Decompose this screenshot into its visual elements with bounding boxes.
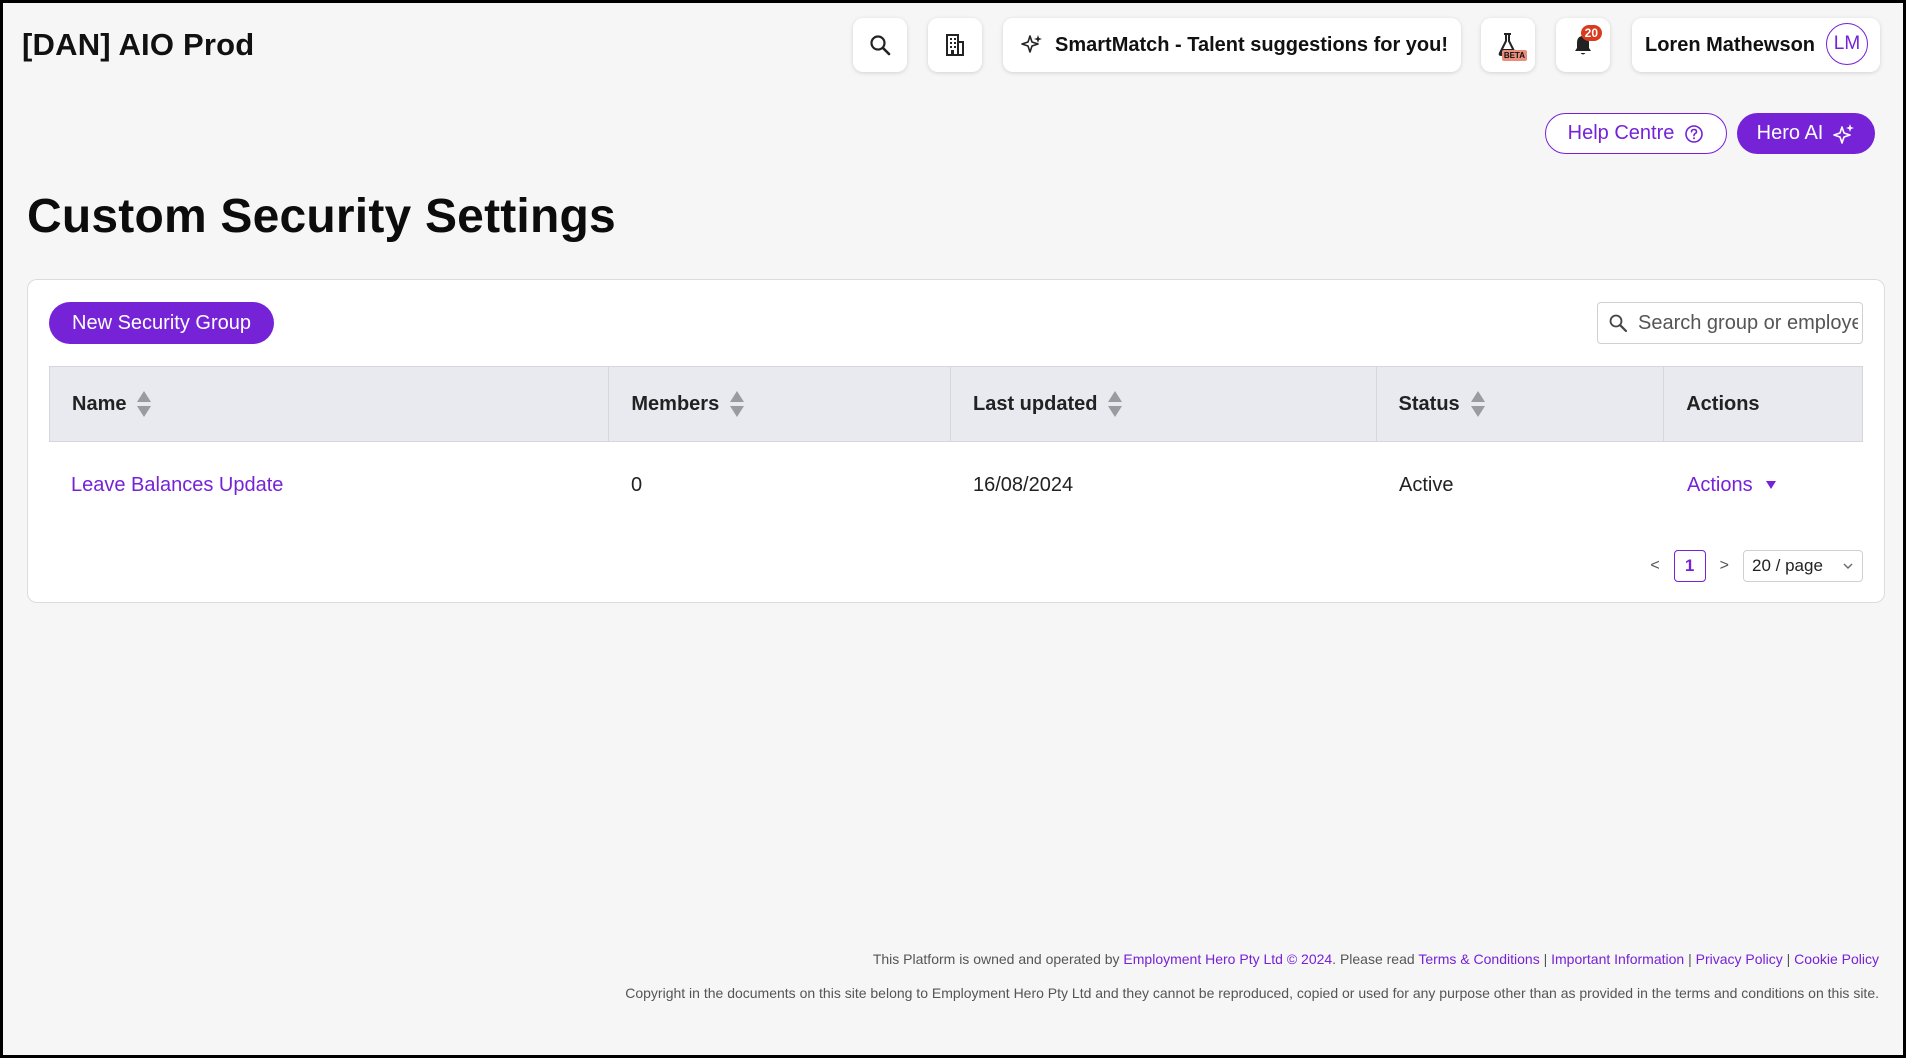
help-centre-button[interactable]: Help Centre: [1545, 113, 1727, 154]
column-header-actions: Actions: [1686, 392, 1760, 415]
column-header-members[interactable]: Members: [609, 367, 951, 441]
question-circle-icon: [1685, 124, 1704, 143]
important-information-link[interactable]: Important Information: [1551, 951, 1684, 967]
owner-link[interactable]: Employment Hero Pty Ltd © 2024: [1123, 951, 1332, 967]
sparkle-icon: [1833, 123, 1855, 144]
search-icon: [870, 35, 891, 56]
top-bar: [DAN] AIO Prod SmartMatch - Talent sugge…: [3, 3, 1903, 89]
actions-dropdown[interactable]: Actions: [1687, 474, 1777, 497]
cell-status: Active: [1399, 473, 1454, 496]
actions-label: Actions: [1687, 473, 1753, 496]
new-security-group-button[interactable]: New Security Group: [49, 302, 274, 344]
column-header-name[interactable]: Name: [50, 367, 610, 441]
building-icon: [946, 34, 964, 56]
privacy-policy-link[interactable]: Privacy Policy: [1696, 951, 1783, 967]
group-name-link[interactable]: Leave Balances Update: [71, 474, 283, 496]
sort-icon[interactable]: [136, 390, 152, 418]
labs-button[interactable]: BETA: [1481, 18, 1535, 72]
beta-badge: BETA: [1501, 50, 1527, 61]
cell-last-updated: 16/08/2024: [973, 473, 1074, 496]
page-size-select[interactable]: 20 / page: [1743, 550, 1863, 582]
sort-icon[interactable]: [1470, 390, 1486, 418]
notification-count-badge: 20: [1580, 25, 1602, 41]
table-header: Name Members Last updated Status Actions: [49, 366, 1863, 442]
page-size-value: 20 / page: [1752, 556, 1823, 575]
table-row: Leave Balances Update 0 16/08/2024 Activ…: [49, 442, 1863, 528]
footer-legal-line: This Platform is owned and operated by E…: [872, 951, 1879, 967]
sparkle-icon: [1021, 35, 1042, 53]
hero-ai-label: Hero AI: [1756, 122, 1824, 144]
prev-page-button[interactable]: <: [1650, 557, 1659, 575]
org-title[interactable]: [DAN] AIO Prod: [22, 27, 254, 63]
help-centre-label: Help Centre: [1567, 122, 1675, 144]
sort-icon[interactable]: [729, 390, 745, 418]
security-groups-card: New Security Group Name Members Last u: [27, 279, 1885, 603]
search-group-field[interactable]: [1597, 302, 1863, 344]
search-button[interactable]: [853, 18, 907, 72]
cell-members: 0: [631, 473, 643, 496]
column-header-last-updated[interactable]: Last updated: [951, 367, 1377, 441]
organisation-button[interactable]: [928, 18, 982, 72]
security-groups-table: Name Members Last updated Status Actions…: [49, 366, 1863, 528]
cell-name: Leave Balances Update: [49, 474, 609, 497]
footer-copyright: Copyright in the documents on this site …: [625, 985, 1879, 1001]
search-input[interactable]: [1638, 311, 1858, 335]
column-header-status[interactable]: Status: [1377, 367, 1665, 441]
search-icon: [1609, 314, 1628, 333]
smartmatch-button[interactable]: SmartMatch - Talent suggestions for you!: [1003, 18, 1461, 72]
terms-link[interactable]: Terms & Conditions: [1418, 951, 1539, 967]
pagination: < 1 > 20 / page: [1650, 550, 1863, 582]
page-number-current[interactable]: 1: [1673, 550, 1706, 582]
avatar: LM: [1826, 23, 1868, 65]
hero-ai-button[interactable]: Hero AI: [1737, 113, 1875, 154]
next-page-button[interactable]: >: [1720, 557, 1729, 575]
cookie-policy-link[interactable]: Cookie Policy: [1794, 951, 1879, 967]
page-title: Custom Security Settings: [27, 190, 616, 243]
sort-icon[interactable]: [1107, 390, 1123, 418]
smartmatch-label: SmartMatch - Talent suggestions for you!: [1055, 33, 1448, 56]
notifications-button[interactable]: 20: [1556, 18, 1610, 72]
cell-actions: Actions: [1665, 474, 1863, 497]
user-name: Loren Mathewson: [1645, 33, 1816, 56]
caret-down-icon: [1765, 481, 1776, 489]
user-menu-button[interactable]: Loren Mathewson LM: [1632, 18, 1880, 72]
chevron-down-icon: [1843, 563, 1853, 569]
